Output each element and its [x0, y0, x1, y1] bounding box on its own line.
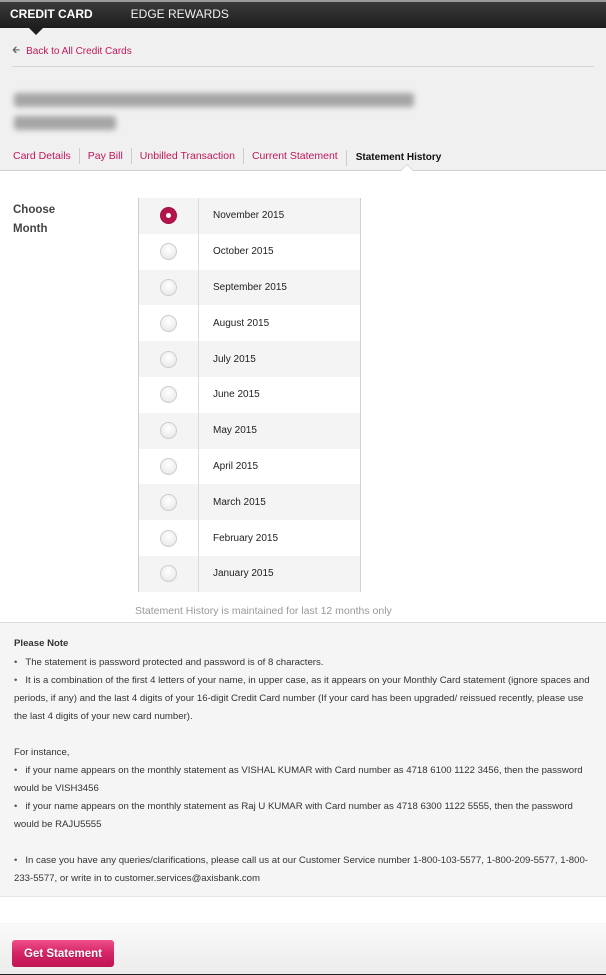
example-intro: For instance, — [14, 747, 70, 758]
active-tab-caret — [400, 164, 414, 171]
get-statement-button[interactable]: Get Statement — [12, 940, 114, 967]
divider-strip — [0, 896, 606, 923]
please-note-section: Please Note The statement is password pr… — [0, 622, 606, 926]
month-label: November 2015 — [213, 210, 285, 222]
radio-cell — [139, 376, 199, 413]
month-option[interactable]: March 2015 — [139, 484, 360, 521]
month-radio[interactable] — [160, 314, 177, 332]
back-to-all-credit-cards-link[interactable]: Back to All Credit Cards — [26, 46, 132, 57]
month-radio[interactable] — [160, 493, 177, 511]
note-bullet: The statement is password protected and … — [14, 654, 592, 672]
month-label: April 2015 — [213, 460, 259, 472]
month-radio[interactable] — [160, 243, 177, 261]
example-bullet: if your name appears on the monthly stat… — [14, 762, 592, 798]
month-option[interactable]: April 2015 — [139, 448, 360, 485]
month-label: October 2015 — [213, 246, 274, 258]
subnav-current-statement[interactable]: Current Statement — [242, 147, 346, 164]
month-label: August 2015 — [213, 317, 270, 329]
radio-cell — [139, 484, 199, 521]
left-arrow-icon: 🡰 — [12, 45, 21, 56]
month-option[interactable]: May 2015 — [139, 412, 360, 449]
subnav-statement-history[interactable]: Statement History — [345, 149, 450, 166]
note-bullet: It is a combination of the first 4 lette… — [14, 672, 592, 726]
month-label: January 2015 — [213, 568, 274, 580]
radio-cell — [139, 341, 199, 377]
month-radio[interactable] — [160, 529, 177, 547]
tab-credit-card[interactable]: CREDIT CARD — [0, 2, 93, 35]
month-radio[interactable] — [160, 457, 177, 475]
footer-bar: Get Statement — [0, 924, 606, 975]
month-radio[interactable] — [160, 350, 177, 368]
subnav-pay-bill[interactable]: Pay Bill — [78, 147, 131, 164]
month-label: July 2015 — [213, 353, 256, 365]
month-option[interactable]: January 2015 — [139, 555, 360, 592]
month-radio[interactable] — [160, 565, 177, 583]
statement-history-panel: Choose Month November 2015 October 2015 Se… — [0, 171, 606, 622]
month-label: September 2015 — [213, 281, 287, 293]
month-label: February 2015 — [213, 532, 279, 544]
radio-cell — [139, 448, 199, 485]
month-radio[interactable] — [160, 422, 177, 440]
radio-cell — [139, 269, 199, 306]
month-option[interactable]: September 2015 — [139, 269, 360, 306]
radio-cell — [139, 305, 199, 342]
radio-cell — [139, 233, 199, 270]
month-option[interactable]: February 2015 — [139, 520, 360, 556]
history-hint: Statement History is maintained for last… — [135, 605, 392, 617]
radio-cell — [139, 412, 199, 449]
radio-cell — [139, 520, 199, 556]
month-label: May 2015 — [213, 425, 257, 437]
note-title: Please Note — [14, 638, 69, 649]
month-list: November 2015 October 2015 September 2015 A… — [138, 198, 361, 592]
month-option[interactable]: November 2015 — [139, 198, 360, 234]
month-option[interactable]: October 2015 — [139, 233, 360, 270]
month-radio[interactable] — [160, 207, 177, 225]
month-radio[interactable] — [160, 386, 177, 404]
month-option[interactable]: August 2015 — [139, 305, 360, 342]
radio-cell — [139, 198, 199, 234]
example-bullet: if your name appears on the monthly stat… — [14, 798, 592, 834]
month-radio[interactable] — [160, 278, 177, 296]
tab-edge-rewards[interactable]: EDGE REWARDS — [121, 2, 229, 28]
back-row: 🡰 Back to All Credit Cards — [12, 43, 594, 67]
radio-cell — [139, 555, 199, 592]
month-label: March 2015 — [213, 496, 266, 508]
month-option[interactable]: July 2015 — [139, 341, 360, 377]
contact-bullet: In case you have any queries/clarificati… — [14, 852, 592, 888]
choose-month-label: Choose Month — [13, 204, 56, 235]
subnav-card-details[interactable]: Card Details — [13, 148, 79, 164]
card-subnav: Card Details Pay Bill Unbilled Transacti… — [0, 141, 606, 171]
month-label: June 2015 — [213, 389, 260, 401]
top-nav: CREDIT CARD EDGE REWARDS — [0, 0, 606, 35]
card-title-blurred — [14, 85, 424, 131]
month-option[interactable]: June 2015 — [139, 376, 360, 413]
subnav-unbilled-transaction[interactable]: Unbilled Transaction — [130, 147, 243, 164]
